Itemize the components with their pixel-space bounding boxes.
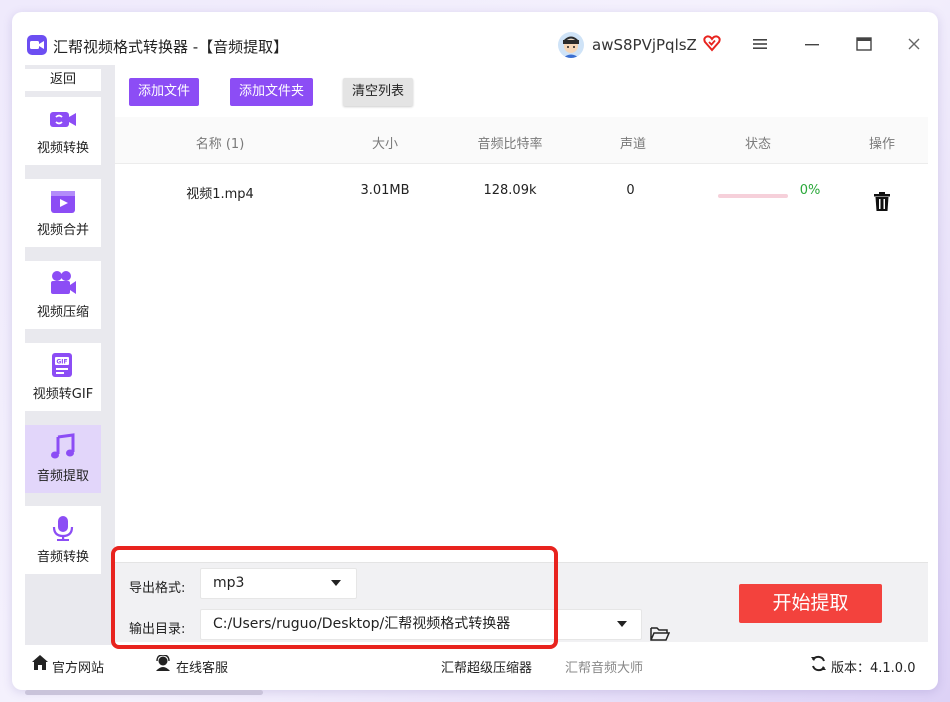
sidebar: 返回 视频转换 视频合并 视频压缩 GIF 视频转GIF 音频提取 音频转换 [25,65,115,645]
sidebar-item-video-merge[interactable]: 视频合并 [25,179,101,247]
sidebar-item-label: 视频转GIF [32,387,94,402]
file-table: 名称 (1) 大小 音频比特率 声道 状态 操作 视频1.mp4 3.01MB … [115,117,928,572]
format-select[interactable]: mp3 [200,568,357,599]
super-compressor-link[interactable]: 汇帮超级压缩器 [441,657,532,676]
version-label: 版本：4.1.0.0 [831,661,916,676]
add-file-button[interactable]: 添加文件 [129,78,199,106]
sidebar-item-label: 视频转换 [36,141,89,156]
column-header-action[interactable]: 操作 [862,133,902,152]
app-logo-icon [27,35,47,55]
progress-bar [718,194,788,198]
audio-bitrate: 128.09k [483,183,537,198]
sidebar-item-video-convert[interactable]: 视频转换 [25,97,101,165]
horizontal-scrollbar[interactable] [25,690,263,695]
output-dir-value: C:/Users/ruguo/Desktop/汇帮视频格式转换器 [213,616,511,632]
sidebar-item-audio-extract[interactable]: 音频提取 [25,425,101,493]
sidebar-item-label: 视频压缩 [36,305,89,320]
file-size: 3.01MB [360,183,410,198]
close-icon[interactable] [904,34,924,54]
official-website-link[interactable]: 官方网站 [52,657,104,676]
svg-text:GIF: GIF [56,359,67,366]
sidebar-item-video-compress[interactable]: 视频压缩 [25,261,101,329]
start-extract-button[interactable]: 开始提取 [739,584,882,623]
folder-icon[interactable] [650,626,671,646]
audio-master-link[interactable]: 汇帮音频大师 [565,657,643,676]
audio-channels: 0 [626,183,635,198]
username[interactable]: awS8PVjPqlsZ [592,36,697,54]
maximize-icon[interactable] [854,34,874,54]
title-bar: 汇帮视频格式转换器 -【音频提取】 awS8PVjPqlsZ [12,12,938,70]
column-header-channels[interactable]: 声道 [613,133,653,152]
customer-service-icon [156,655,170,671]
sidebar-item-label: 视频合并 [36,223,89,238]
sidebar-item-gif[interactable]: GIF 视频转GIF [25,343,101,411]
add-folder-button[interactable]: 添加文件夹 [230,78,313,106]
gif-icon: GIF [49,351,77,379]
column-header-bitrate[interactable]: 音频比特率 [470,133,550,152]
vip-heart-icon[interactable] [703,34,721,56]
online-support-link[interactable]: 在线客服 [176,657,228,676]
avatar[interactable] [558,32,584,58]
sidebar-item-label: 音频转换 [36,550,89,565]
app-window: 汇帮视频格式转换器 -【音频提取】 awS8PVjPqlsZ 返回 视频转换 视… [12,12,938,690]
video-compress-icon [49,269,77,297]
sidebar-item-audio-convert[interactable]: 音频转换 [25,506,101,574]
home-icon [32,655,48,670]
format-label: 导出格式: [129,581,186,596]
refresh-icon[interactable] [810,655,827,672]
column-header-name[interactable]: 名称 (1) [185,133,255,152]
video-merge-icon [49,187,77,215]
output-dir-select[interactable]: C:/Users/ruguo/Desktop/汇帮视频格式转换器 [200,609,642,640]
music-note-icon [49,433,77,461]
file-name: 视频1.mp4 [186,187,254,202]
sidebar-item-label: 音频提取 [36,469,89,484]
back-button[interactable]: 返回 [25,69,101,91]
trash-icon[interactable] [870,192,894,215]
format-value: mp3 [213,575,245,591]
menu-icon[interactable] [750,34,770,54]
app-title: 汇帮视频格式转换器 -【音频提取】 [53,38,289,56]
chevron-down-icon [617,621,627,627]
progress-percent: 0% [799,183,821,198]
table-header: 名称 (1) 大小 音频比特率 声道 状态 操作 [115,117,928,164]
status-bar: 官方网站 在线客服 汇帮超级压缩器 汇帮音频大师 版本：4.1.0.0 [12,649,938,679]
output-dir-label: 输出目录: [129,622,186,637]
minimize-icon[interactable] [802,34,822,54]
video-convert-icon [49,105,77,133]
chevron-down-icon [331,580,341,586]
microphone-icon [49,514,77,542]
column-header-size[interactable]: 大小 [360,133,410,152]
clear-list-button[interactable]: 清空列表 [343,78,413,106]
column-header-status[interactable]: 状态 [738,133,778,152]
